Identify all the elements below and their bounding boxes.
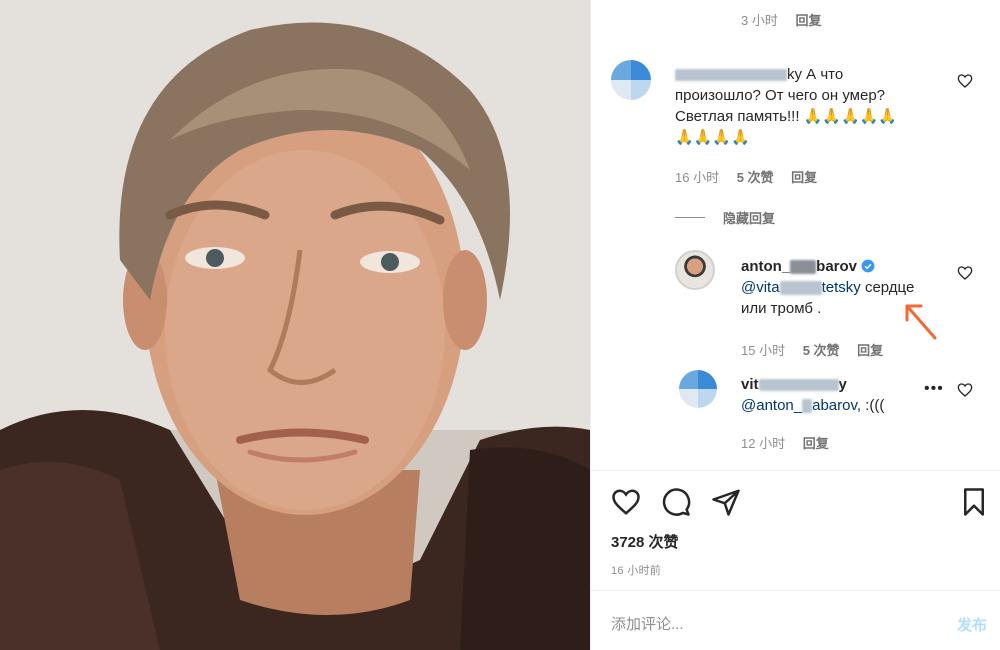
reply-author-avatar[interactable] — [675, 250, 715, 290]
previous-comment-meta: 3 小时 回复 — [741, 10, 821, 29]
annotation-arrow-icon — [905, 304, 937, 340]
comment-time: 16 小时 — [675, 170, 720, 185]
commenter-avatar[interactable] — [611, 60, 651, 100]
comments-list: 3 小时 回复 ky А что произошло? От чего он у… — [591, 0, 1000, 470]
divider-line — [675, 217, 705, 218]
reply2-like-heart-icon[interactable] — [957, 382, 973, 398]
add-comment-bar: 添加评论... 发布 — [591, 590, 1000, 650]
previous-comment-reply[interactable]: 回复 — [795, 13, 821, 28]
reply2-body: vit y @anton_ abarov, :((( — [741, 374, 951, 416]
reply2-reply-button[interactable]: 回复 — [803, 436, 829, 451]
reply-text-tail: сердце — [864, 279, 915, 296]
save-bookmark-icon[interactable] — [959, 487, 989, 517]
reply2-username-prefix[interactable]: vit — [741, 376, 759, 393]
comment-username-visible[interactable]: ky — [787, 66, 802, 83]
reply2-meta: 12 小时 回复 — [741, 433, 829, 452]
reply2-time: 12 小时 — [741, 436, 786, 451]
blurred-username-part — [790, 260, 817, 275]
comment-like-heart-icon[interactable] — [957, 73, 973, 89]
comment-input[interactable]: 添加评论... — [611, 613, 684, 634]
reply-meta: 15 小时 5 次赞 回复 — [741, 340, 883, 359]
comment-meta: 16 小时 5 次赞 回复 — [675, 167, 817, 186]
previous-comment-time: 3 小时 — [741, 13, 778, 28]
reply-like-heart-icon[interactable] — [957, 265, 973, 281]
comment-text-1: А что — [806, 66, 844, 83]
reply-reply-button[interactable]: 回复 — [857, 343, 883, 358]
reply2-text-tail: :((( — [865, 397, 885, 414]
reply-username-prefix[interactable]: anton_ — [741, 258, 790, 275]
comment-body: ky А что произошло? От чего он умер? Све… — [675, 64, 955, 148]
post-timestamp[interactable]: 16 小时前 — [611, 562, 661, 578]
comment-text-2: произошло? От чего он умер? — [675, 87, 886, 104]
blurred-username-part — [758, 379, 839, 392]
comment-likes-count[interactable]: 5 次赞 — [737, 170, 774, 185]
reply-mention-prefix[interactable]: @vita — [741, 279, 780, 296]
post-actions-bar: 3728 次赞 16 小时前 — [591, 470, 1000, 590]
hide-replies-label: 隐藏回复 — [723, 211, 776, 226]
hide-replies-toggle[interactable]: 隐藏回复 — [675, 208, 775, 227]
comment-bubble-icon[interactable] — [661, 487, 691, 517]
blurred-mention — [802, 399, 813, 414]
post-photo — [0, 0, 590, 650]
blurred-mention — [779, 281, 822, 296]
comment-text-4: 🙏🙏🙏🙏 — [675, 129, 750, 146]
reply2-author-avatar[interactable] — [679, 370, 717, 408]
like-heart-icon[interactable] — [611, 487, 641, 517]
comment-reply-button[interactable]: 回复 — [791, 170, 817, 185]
post-likes-count[interactable]: 3728 次赞 — [611, 531, 679, 552]
portrait-illustration — [0, 0, 590, 650]
reply-mention-suffix[interactable]: tetsky — [822, 279, 861, 296]
reply-username-suffix[interactable]: barov — [816, 258, 857, 275]
more-options-icon[interactable]: ••• — [924, 380, 944, 398]
post-comment-button[interactable]: 发布 — [957, 614, 987, 635]
reply-time: 15 小时 — [741, 343, 786, 358]
reply-text-2: или тромб . — [741, 300, 822, 317]
post-side-panel: 3 小时 回复 ky А что произошло? От чего он у… — [590, 0, 1000, 650]
share-send-icon[interactable] — [711, 487, 741, 517]
reply2-mention-suffix[interactable]: abarov, — [812, 397, 861, 414]
reply2-mention-prefix[interactable]: @anton_ — [741, 397, 802, 414]
blurred-username[interactable] — [675, 69, 787, 82]
reply2-username-suffix[interactable]: y — [839, 376, 847, 393]
reply-likes-count[interactable]: 5 次赞 — [803, 343, 840, 358]
comment-text-3: Светлая память!!! 🙏🙏🙏🙏🙏 — [675, 108, 898, 125]
verified-badge-icon — [861, 259, 875, 273]
